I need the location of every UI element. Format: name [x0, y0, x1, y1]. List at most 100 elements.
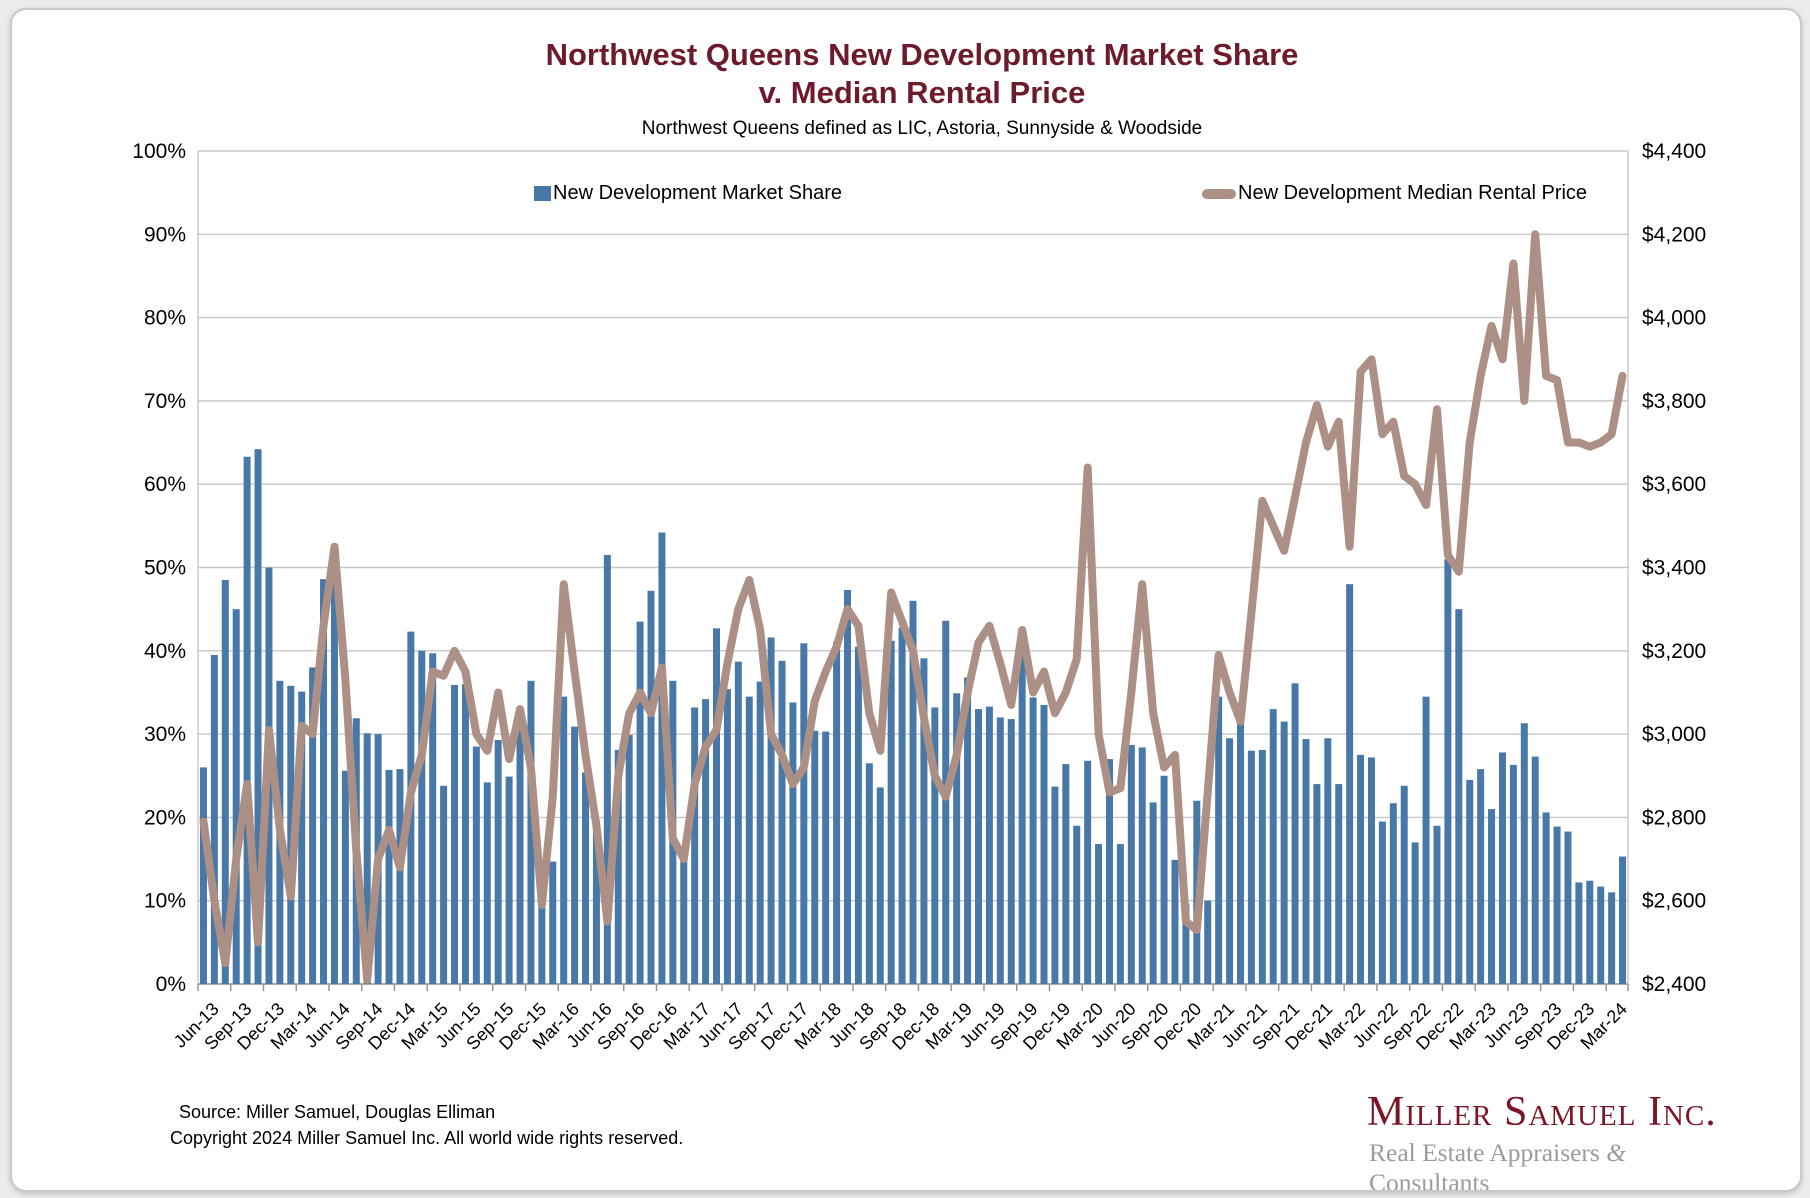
right-axis-tick-label: $3,400 — [1642, 557, 1706, 580]
right-axis-tick-label: $3,200 — [1642, 640, 1706, 663]
bar — [789, 702, 797, 984]
left-axis-tick-label: 50% — [144, 557, 186, 580]
bar — [1520, 723, 1528, 984]
bar — [1291, 683, 1299, 984]
bar — [232, 609, 240, 984]
tagline-pre: Real Estate Appraisers — [1369, 1138, 1607, 1167]
bar — [1095, 844, 1103, 984]
left-axis-tick-label: 30% — [144, 723, 186, 746]
legend-market-share-label: New Development Market Share — [553, 182, 843, 204]
bar — [1400, 785, 1408, 984]
chart-subtitle: Northwest Queens defined as LIC, Astoria… — [641, 118, 1203, 139]
bar — [844, 589, 851, 984]
bar — [1411, 842, 1419, 984]
bar — [1466, 779, 1474, 984]
bar — [778, 660, 786, 984]
bar — [1138, 747, 1146, 984]
bar — [494, 739, 502, 984]
bar — [1488, 809, 1496, 984]
bar — [1116, 844, 1124, 984]
tagline-ampersand: & — [1606, 1138, 1627, 1167]
bar — [1313, 784, 1321, 984]
left-axis-tick-label: 90% — [144, 223, 186, 246]
bar — [898, 627, 906, 984]
bar — [1018, 649, 1026, 984]
chart-title: Northwest Queens New Development Market … — [112, 36, 1732, 112]
bar — [833, 641, 841, 984]
bar — [1455, 609, 1463, 984]
left-axis-tick-label: 100% — [132, 140, 186, 163]
bar — [1531, 756, 1539, 984]
bar — [1477, 769, 1485, 984]
bar — [636, 621, 644, 984]
bar — [396, 769, 404, 984]
bar — [811, 730, 819, 984]
bar — [800, 643, 808, 984]
bar — [418, 650, 426, 984]
bar — [734, 661, 742, 984]
chart-title-line1: Northwest Queens New Development Market … — [545, 37, 1299, 72]
bar — [199, 767, 207, 984]
left-axis-tick-label: 40% — [144, 640, 186, 663]
bar — [1367, 757, 1375, 984]
left-axis-tick-label: 60% — [144, 473, 186, 496]
tagline-post: Consultants — [1369, 1168, 1490, 1192]
bar — [1084, 760, 1092, 984]
right-axis-tick-label: $3,600 — [1642, 473, 1706, 496]
bar — [1597, 886, 1605, 984]
bar — [756, 681, 764, 984]
legend-line-swatch-icon — [1202, 188, 1236, 199]
bar — [1564, 831, 1572, 984]
bar — [538, 898, 546, 984]
bar — [1324, 738, 1332, 984]
bar — [1389, 803, 1397, 984]
bar — [560, 696, 568, 984]
bar — [822, 731, 830, 984]
bar — [723, 689, 731, 984]
bar — [1608, 892, 1616, 984]
bar — [996, 717, 1004, 984]
bar — [975, 709, 982, 984]
bar — [1357, 754, 1365, 984]
source-note: Source: Miller Samuel, Douglas Elliman — [179, 1102, 496, 1122]
right-axis-tick-label: $2,800 — [1642, 806, 1706, 829]
bar — [745, 696, 753, 984]
bar — [1280, 721, 1288, 984]
bar — [625, 734, 633, 984]
legend-rental-price-label: New Development Median Rental Price — [1238, 182, 1588, 204]
legend-item-rental-price: New Development Median Rental Price — [1202, 182, 1587, 205]
right-axis-tick-label: $4,000 — [1642, 307, 1706, 330]
left-axis-labels: 100% 90% 80% 70% 60% 50% 40% 30% 20% 10% 0% — [132, 140, 186, 996]
bar — [1051, 786, 1059, 984]
bar — [1575, 882, 1583, 984]
left-axis-tick-label: 10% — [144, 890, 186, 913]
bar — [865, 763, 873, 984]
legend-bar-swatch-icon — [534, 186, 551, 201]
bar — [1007, 719, 1015, 984]
bar — [1553, 826, 1561, 984]
miller-samuel-tagline: Real Estate Appraisers & Consultants — [1369, 1138, 1739, 1192]
bar — [985, 706, 993, 984]
bar — [680, 857, 688, 984]
chart-card: 100% 90% 80% 70% 60% 50% 40% 30% 20% 10% 0% $4,400 $… — [10, 8, 1802, 1192]
bar — [549, 861, 557, 984]
bar — [451, 684, 459, 984]
bar — [472, 746, 480, 984]
bar — [1422, 696, 1430, 984]
bar — [876, 787, 884, 984]
bar — [582, 772, 590, 984]
bar — [1062, 764, 1070, 984]
bar — [1346, 584, 1354, 984]
bar — [854, 646, 862, 984]
bar — [1226, 738, 1234, 984]
bar — [461, 684, 469, 984]
bar — [1160, 775, 1168, 984]
bars-series — [199, 449, 1627, 985]
x-axis: Jun-13Sep-13Dec-13Mar-14Jun-14Sep-14Dec-… — [170, 984, 1631, 1054]
bar — [516, 709, 524, 984]
bar — [571, 726, 579, 984]
left-axis-tick-label: 20% — [144, 806, 186, 829]
bar — [1378, 821, 1386, 984]
bar — [1215, 696, 1223, 984]
bar — [1433, 825, 1441, 984]
